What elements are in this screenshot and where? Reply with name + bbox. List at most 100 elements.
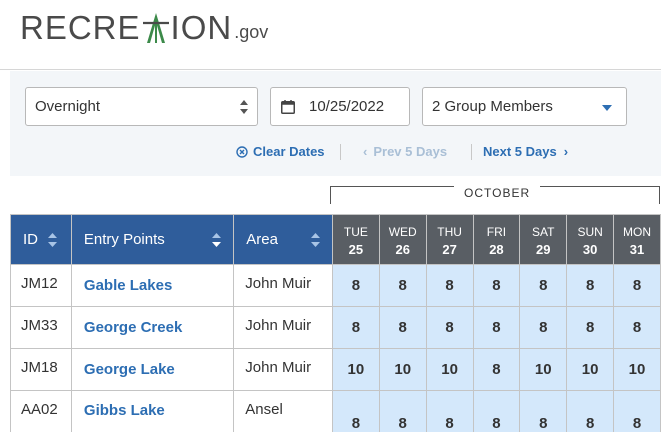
logo-text-start: RECRE [20,9,141,46]
day-of-week: MON [623,224,652,239]
group-members-value: 2 Group Members [432,98,553,115]
availability-cell[interactable]: 8 [378,306,427,349]
availability-cell[interactable]: 10 [613,348,661,391]
sort-icon [48,233,57,247]
divider [340,144,341,160]
availability-cell[interactable]: 8 [425,306,474,349]
availability-cell[interactable]: 8 [566,306,615,349]
availability-cell[interactable]: 8 [472,390,521,432]
calendar-icon [281,99,295,114]
day-header: TUE 25 [331,214,380,265]
day-of-week: THU [437,224,462,239]
entry-area: John Muir [233,264,333,307]
availability-cell[interactable]: 8 [331,306,380,349]
day-number: 30 [582,241,598,257]
table-row: AA02 Gibbs Lake Ansel 8 8 8 8 8 8 8 [10,390,661,432]
day-header: WED 26 [378,214,427,265]
day-of-week: SUN [577,224,603,239]
day-number: 26 [395,241,410,257]
day-number: 27 [442,241,457,257]
table-row: JM18 George Lake John Muir 10 10 10 8 10… [10,348,661,391]
availability-cell[interactable]: 8 [519,264,568,307]
day-header: SAT 29 [519,214,568,265]
day-of-week: WED [388,224,417,239]
entry-point-link[interactable]: George Creek [70,306,235,349]
availability-cell[interactable]: 10 [378,348,427,391]
next-5-days-button[interactable]: Next 5 Days › [483,144,568,159]
entry-id: JM33 [10,306,72,349]
chevron-down-icon [602,105,612,111]
entry-area: John Muir [233,306,333,349]
entry-id: AA02 [10,390,72,432]
sort-icon [311,233,321,247]
column-header-id[interactable]: ID [10,214,72,265]
availability-table: ID Entry Points Area TUE 25 WED 26 THU 27 F… [10,214,661,432]
day-header: FRI 28 [472,214,521,265]
select-arrows-icon [240,100,248,114]
entry-id: JM12 [10,264,72,307]
table-header-row: ID Entry Points Area TUE 25 WED 26 THU 27 F… [10,214,661,265]
clear-dates-label: Clear Dates [253,144,325,159]
table-row: JM12 Gable Lakes John Muir 8 8 8 8 8 8 8 [10,264,661,307]
date-navigation: Clear Dates ‹ Prev 5 Days Next 5 Days › [10,144,661,162]
availability-cell[interactable]: 10 [519,348,568,391]
entry-point-link[interactable]: Gibbs Lake [70,390,235,432]
availability-cell[interactable]: 8 [425,390,474,432]
availability-cell[interactable]: 10 [331,348,380,391]
availability-cell[interactable]: 8 [331,264,380,307]
group-members-dropdown[interactable]: 2 Group Members [422,87,627,126]
month-label: OCTOBER [454,186,541,200]
day-number: 31 [629,241,645,257]
day-number: 29 [536,241,551,257]
availability-cell[interactable]: 8 [378,264,427,307]
availability-cell[interactable]: 8 [613,390,661,432]
stay-type-select[interactable]: Overnight [25,87,258,126]
entry-area: Ansel [233,390,333,432]
availability-cell[interactable]: 8 [378,390,427,432]
day-of-week: FRI [486,224,507,239]
entry-id: JM18 [10,348,72,391]
filter-panel: Overnight 10/25/2022 2 Group Members Cle… [10,71,661,176]
date-value: 10/25/2022 [309,98,385,115]
day-header: SUN 30 [566,214,615,265]
recreation-gov-logo[interactable]: RECRE ION .gov [20,10,268,46]
availability-cell[interactable]: 8 [472,264,521,307]
availability-cell[interactable]: 8 [566,390,615,432]
day-number: 25 [348,241,364,257]
tree-icon [142,13,169,43]
entry-point-link[interactable]: Gable Lakes [70,264,235,307]
prev-5-days-label: Prev 5 Days [373,144,448,159]
date-input[interactable]: 10/25/2022 [270,87,410,126]
availability-cell[interactable]: 8 [566,264,615,307]
column-header-area[interactable]: Area [233,214,333,265]
day-of-week: SAT [532,224,555,239]
availability-cell[interactable]: 8 [472,306,521,349]
availability-cell[interactable]: 8 [519,306,568,349]
availability-cell[interactable]: 8 [425,264,474,307]
entry-area: John Muir [233,348,333,391]
availability-cell[interactable]: 8 [613,264,661,307]
next-5-days-label: Next 5 Days [483,144,557,159]
availability-cell[interactable]: 10 [566,348,615,391]
site-header: RECRE ION .gov [0,0,661,70]
availability-cell[interactable]: 10 [425,348,474,391]
table-row: JM33 George Creek John Muir 8 8 8 8 8 8 … [10,306,661,349]
column-header-entry-label: Entry Points [83,231,165,248]
chevron-left-icon: ‹ [363,144,368,159]
logo-text-end: ION [170,9,233,46]
divider [471,144,472,160]
day-number: 28 [489,241,504,257]
availability-cell[interactable]: 8 [519,390,568,432]
column-header-entry-points[interactable]: Entry Points [70,214,235,265]
availability-cell[interactable]: 8 [331,390,380,432]
availability-cell[interactable]: 8 [472,348,521,391]
entry-point-link[interactable]: George Lake [70,348,235,391]
stay-type-value: Overnight [35,98,101,115]
clear-dates-button[interactable]: Clear Dates [236,144,325,159]
clear-circle-icon [236,145,248,158]
sort-icon [211,233,221,247]
availability-cell[interactable]: 8 [613,306,661,349]
chevron-right-icon: › [563,144,569,159]
column-header-area-label: Area [246,231,278,248]
prev-5-days-button[interactable]: ‹ Prev 5 Days [363,144,447,159]
